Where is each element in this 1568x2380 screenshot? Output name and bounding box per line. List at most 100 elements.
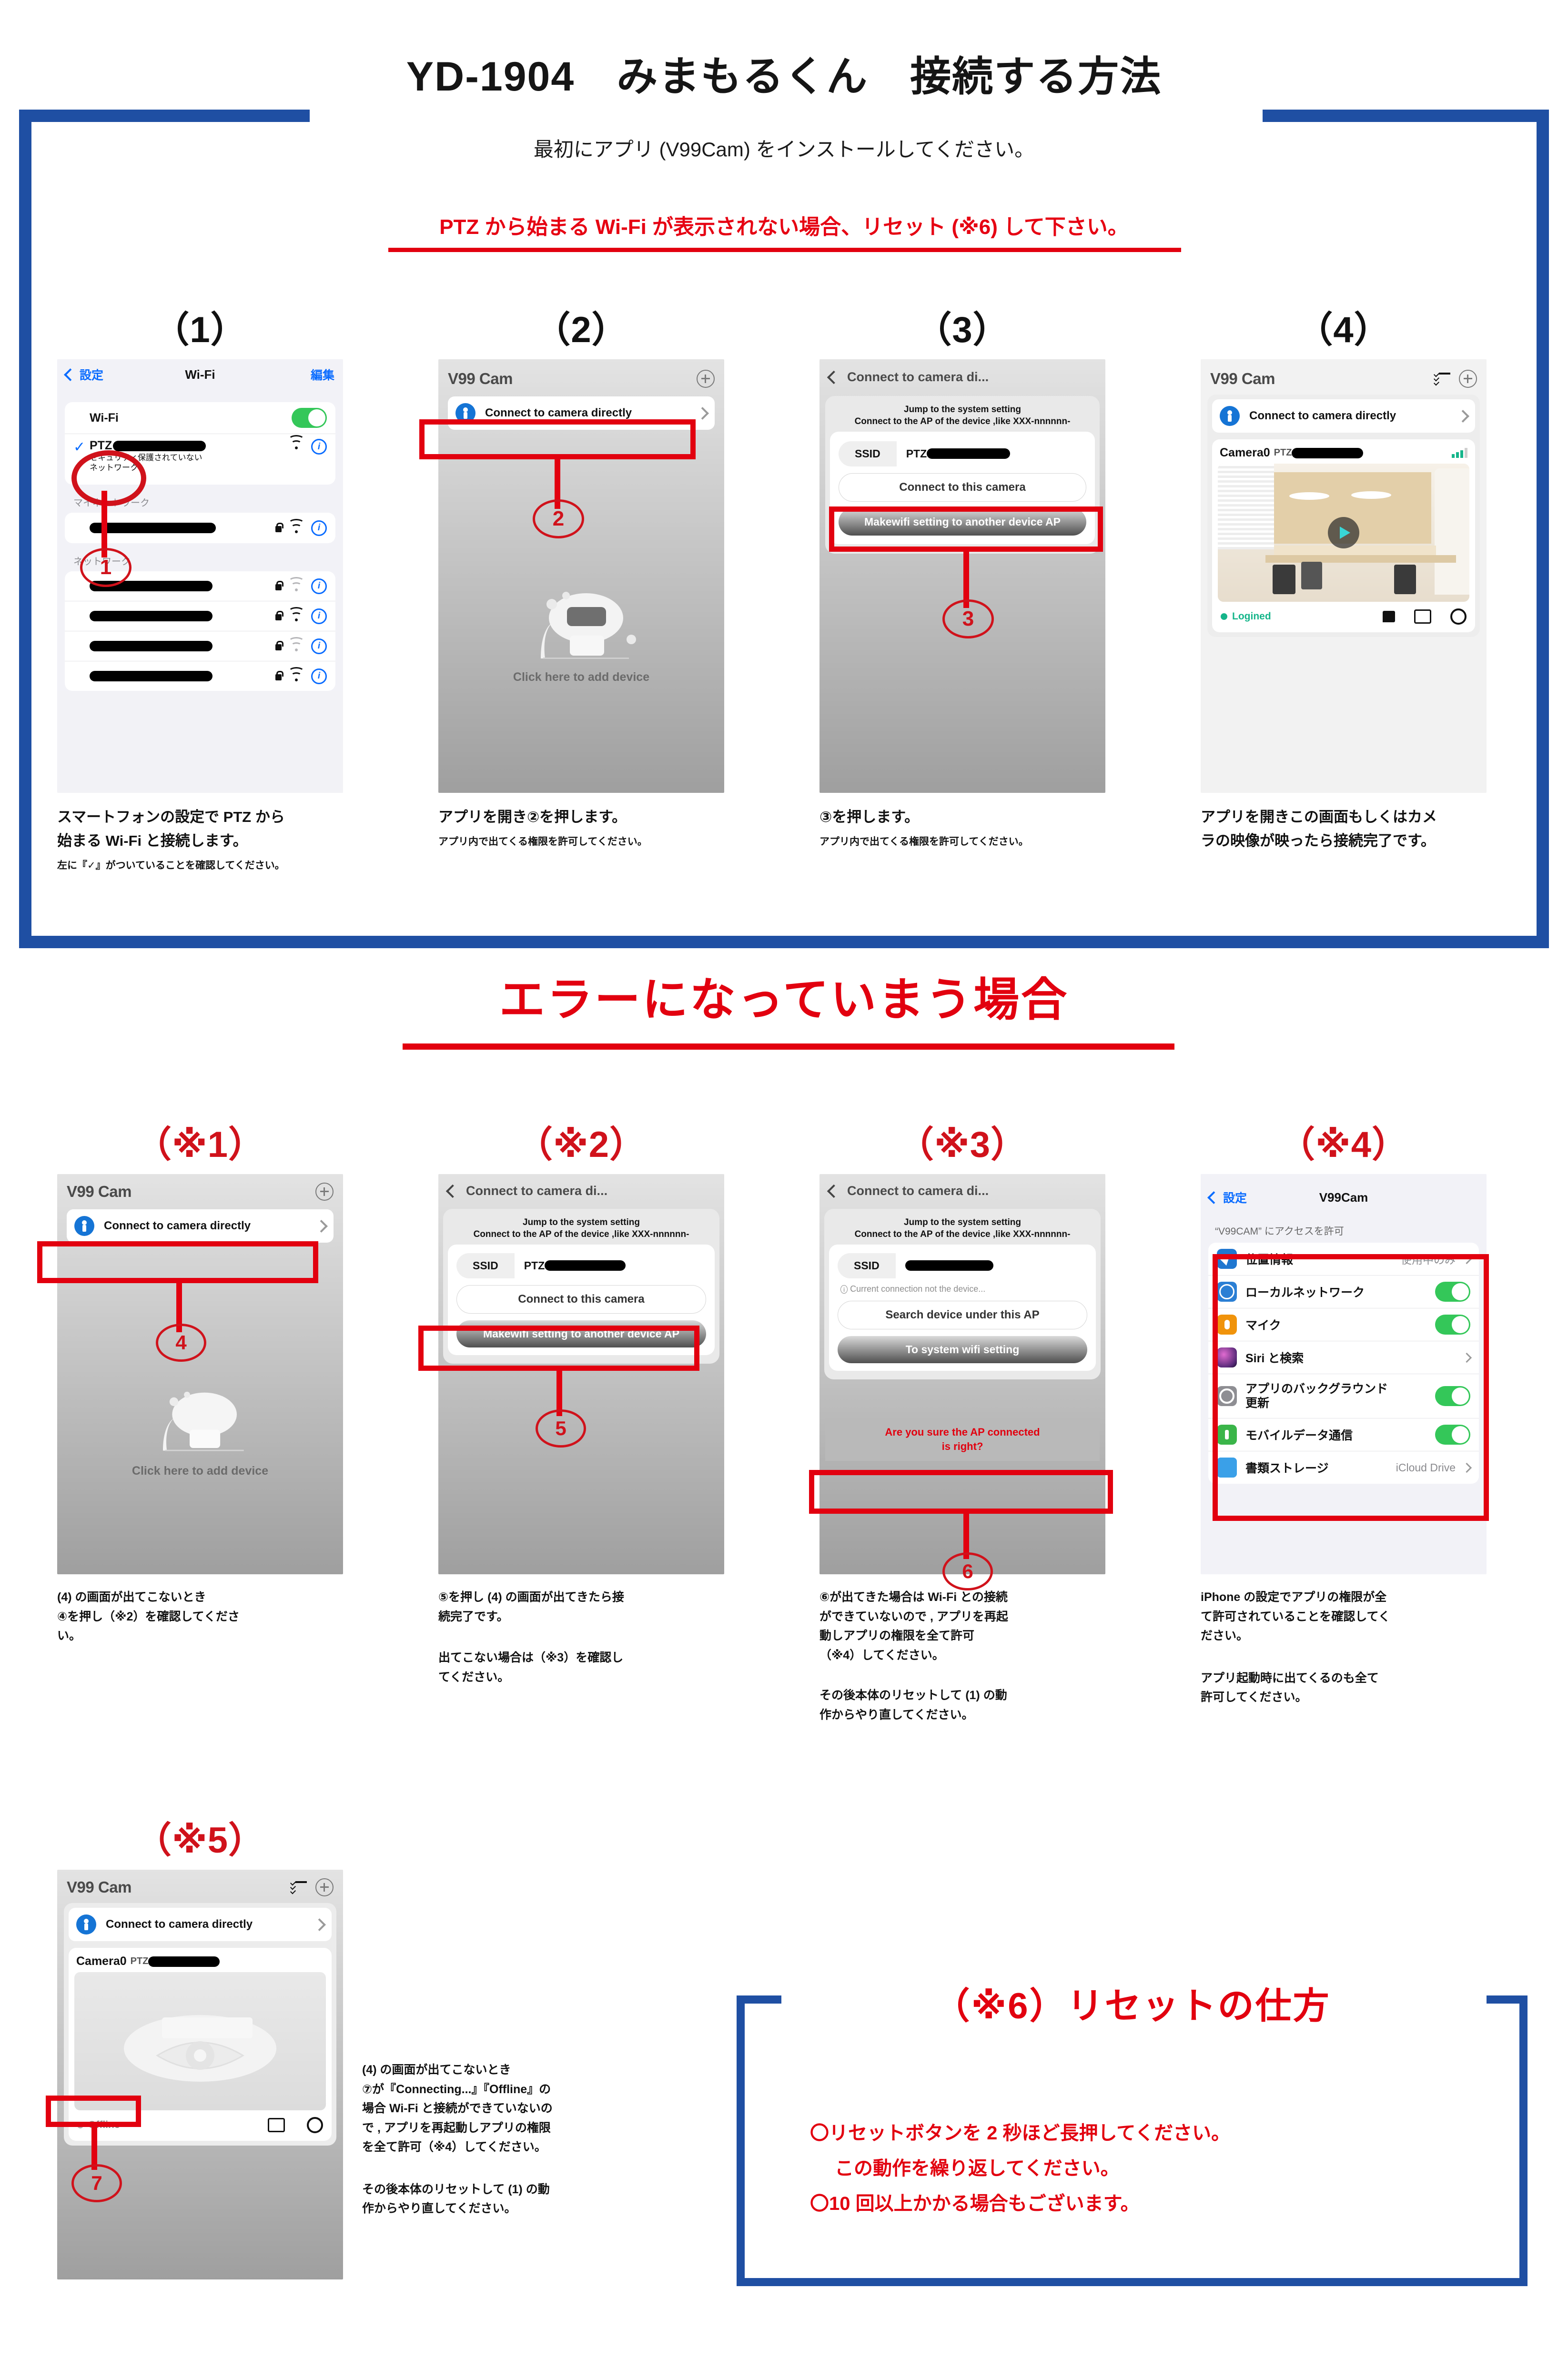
- permission-row-siri[interactable]: Siri と検索: [1208, 1341, 1479, 1374]
- camera-preview[interactable]: [1218, 464, 1469, 602]
- permission-row-local-network[interactable]: ローカルネットワーク: [1208, 1276, 1479, 1308]
- to-system-wifi-setting-button[interactable]: To system wifi setting: [838, 1336, 1087, 1363]
- wifi-toggle[interactable]: [292, 408, 327, 428]
- title-frame-gap: [310, 102, 1263, 131]
- chevron-right-icon: [313, 1918, 326, 1931]
- ssid-field[interactable]: SSID PTZ: [839, 441, 1086, 466]
- error-number-1: （※1）: [135, 1124, 265, 1165]
- info-icon[interactable]: i: [311, 638, 327, 654]
- warning-underline: [388, 248, 1181, 252]
- table-row[interactable]: i: [65, 631, 335, 661]
- microphone-icon: [1217, 1315, 1237, 1335]
- caption-main: (4) の画面が出てこないとき ④を押し（※2）を確認してくださ い。: [57, 1590, 240, 1642]
- chevron-right-icon: [1461, 1462, 1472, 1473]
- ssid-key-label: SSID: [456, 1253, 515, 1278]
- connect-to-camera-directly-button[interactable]: Connect to camera directly: [69, 1908, 332, 1941]
- camera-name: Camera0: [76, 1955, 127, 1968]
- makewifi-setting-button[interactable]: Makewifi setting to another device AP: [839, 508, 1086, 536]
- permissions-group-header: “V99CAM” にアクセスを許可: [1215, 1226, 1344, 1237]
- connect-to-this-camera-button[interactable]: Connect to this camera: [839, 473, 1086, 502]
- empty-state-label: Click here to add device: [513, 670, 650, 684]
- wifi-signal-icon: [288, 577, 304, 591]
- connect-to-camera-directly-button[interactable]: Connect to camera directly: [448, 396, 715, 430]
- gear-icon[interactable]: [1450, 608, 1467, 625]
- instruction-line-1: Jump to the system setting: [904, 405, 1021, 415]
- wifi-toggle-row[interactable]: Wi-Fi: [65, 402, 335, 434]
- connect-to-camera-directly-button[interactable]: Connect to camera directly: [1212, 399, 1475, 433]
- ssid-field[interactable]: SSID: [838, 1253, 1087, 1278]
- permission-label: Siri と検索: [1245, 1352, 1304, 1365]
- reset-instructions-list: 〇リセットボタンを 2 秒ほど長押してください。 この動作を繰り返してください。…: [810, 2116, 1506, 2221]
- warning-text: PTZ から始まる Wi-Fi が表示されない場合、リセット (※6) して下さ…: [439, 215, 1129, 239]
- error-heading-text: エラーになっていまう場合: [499, 974, 1069, 1025]
- permission-label: 書類ストレージ: [1245, 1462, 1329, 1475]
- step-number-3: （3）: [915, 310, 1010, 350]
- info-icon[interactable]: i: [311, 578, 327, 594]
- add-device-icon[interactable]: [315, 1878, 334, 1896]
- step-number-4: （4）: [1296, 310, 1391, 350]
- nav-title: Connect to camera di...: [466, 1184, 608, 1198]
- add-device-icon[interactable]: [1459, 370, 1477, 388]
- ssid-field[interactable]: SSID PTZ: [456, 1253, 706, 1278]
- empty-state[interactable]: Click here to add device: [438, 430, 724, 684]
- permission-row-microphone[interactable]: マイク: [1208, 1308, 1479, 1341]
- networks-card: i i i i: [65, 571, 335, 691]
- offline-eye-icon: [124, 2015, 276, 2082]
- chevron-left-icon[interactable]: [827, 370, 841, 384]
- add-device-icon[interactable]: [315, 1183, 334, 1201]
- chevron-left-icon[interactable]: [445, 1184, 460, 1198]
- permission-toggle[interactable]: [1435, 1282, 1470, 1302]
- gallery-icon[interactable]: [268, 2118, 285, 2132]
- instruction-line-2: Connect to the AP of the device ,like XX…: [854, 1229, 1071, 1240]
- app-header: V99 Cam: [57, 1174, 343, 1205]
- connect-to-this-camera-button[interactable]: Connect to this camera: [456, 1285, 706, 1314]
- info-icon[interactable]: i: [311, 520, 327, 536]
- permission-label: ローカルネットワーク: [1245, 1286, 1365, 1299]
- ssid-card: SSID PTZ Connect to this camera Makewifi…: [448, 1244, 715, 1355]
- device-list-icon[interactable]: [290, 1880, 307, 1894]
- play-button[interactable]: [1328, 517, 1359, 548]
- permission-toggle[interactable]: [1435, 1425, 1470, 1445]
- step-column-3: （3） Connect to camera di... Jump to the …: [796, 300, 1129, 850]
- network-name-bar: [90, 671, 212, 681]
- permission-row-location[interactable]: 位置情報 使用中のみ: [1208, 1243, 1479, 1276]
- camera-card-footer: Logined: [1218, 602, 1469, 627]
- app-title: V99 Cam: [448, 370, 513, 387]
- empty-state[interactable]: Click here to add device: [57, 1243, 343, 1478]
- edit-button[interactable]: 編集: [311, 366, 334, 383]
- caption-note: その後本体のリセットして (1) の動 作からやり直してください。: [819, 1689, 1007, 1722]
- chevron-left-icon[interactable]: [827, 1184, 841, 1198]
- lock-icon: [274, 523, 283, 533]
- marker-stem-1: [101, 491, 107, 557]
- gear-icon[interactable]: [307, 2117, 323, 2133]
- caption-main: ⑥が出てきた場合は Wi-Fi との接続 ができていないので , アプリを再起 …: [819, 1590, 1008, 1662]
- app-title: V99 Cam: [1210, 370, 1275, 387]
- error-number-4: （※4）: [1278, 1124, 1409, 1165]
- caption-step-2: アプリを開き②を押します。 アプリ内で出てくる権限を許可してください。: [438, 805, 724, 850]
- add-device-icon[interactable]: [697, 370, 715, 388]
- info-icon[interactable]: i: [311, 668, 327, 684]
- info-icon[interactable]: i: [311, 439, 327, 455]
- error-column-2: （※2） Connect to camera di... Jump to the…: [415, 1115, 748, 1687]
- permission-row-document-storage[interactable]: 書類ストレージ iCloud Drive: [1208, 1451, 1479, 1484]
- caption-main: iPhone の設定でアプリの権限が全 て許可されていることを確認してく ださい…: [1201, 1590, 1390, 1642]
- camera-preview-offline[interactable]: [74, 1972, 326, 2110]
- table-row[interactable]: i: [65, 661, 335, 691]
- error-column-3: （※3） Connect to camera di... Jump to the…: [796, 1115, 1129, 1724]
- permission-row-cellular[interactable]: モバイルデータ通信: [1208, 1418, 1479, 1451]
- device-list-icon[interactable]: [1433, 371, 1450, 386]
- sd-card-icon[interactable]: [1383, 611, 1395, 622]
- cards-panel: Connect to camera directly Camera0 PTZ: [64, 1903, 336, 2146]
- connect-to-camera-directly-button[interactable]: Connect to camera directly: [67, 1209, 334, 1243]
- permission-toggle[interactable]: [1435, 1315, 1470, 1335]
- permission-toggle[interactable]: [1435, 1386, 1470, 1406]
- search-device-button[interactable]: Search device under this AP: [838, 1300, 1087, 1329]
- gallery-icon[interactable]: [1414, 609, 1431, 624]
- camera-card: Camera0 PTZ Logined: [1212, 439, 1475, 632]
- network-name-bar: [90, 641, 212, 651]
- info-icon[interactable]: i: [311, 608, 327, 624]
- makewifi-setting-button[interactable]: Makewifi setting to another device AP: [456, 1320, 706, 1347]
- wifi-signal-icon: [288, 637, 304, 651]
- table-row[interactable]: i: [65, 601, 335, 631]
- permission-row-background-refresh[interactable]: アプリのバックグラウンド 更新: [1208, 1374, 1479, 1418]
